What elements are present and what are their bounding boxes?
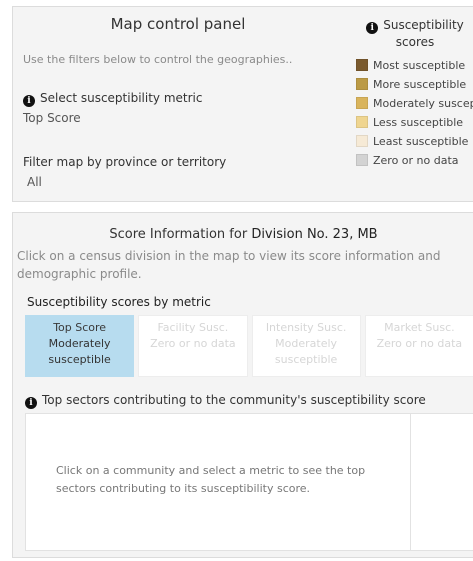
legend-item[interactable]: Most susceptible	[356, 56, 473, 74]
legend-title-line2: scores	[395, 35, 435, 49]
sectors-empty-message: Click on a community and select a metric…	[56, 464, 366, 495]
legend-item-label: Most susceptible	[373, 58, 466, 72]
metric-card-market[interactable]: Market Susc. Zero or no data	[364, 315, 473, 377]
legend-swatch	[356, 59, 368, 71]
legend-swatch	[356, 154, 368, 166]
legend-swatch	[356, 116, 368, 128]
score-info-title-prefix: Score Information for	[109, 227, 252, 242]
metric-card-name: Facility Susc.	[157, 321, 229, 334]
metric-card-value: Zero or no data	[376, 337, 463, 350]
metric-selector-label: i Select susceptibility metric	[23, 91, 202, 107]
legend-swatch	[356, 135, 368, 147]
score-info-title: Score Information for Division No. 23, M…	[13, 227, 473, 242]
legend-item[interactable]: Zero or no data	[356, 151, 473, 169]
susceptibility-legend: i Susceptibility scores Most susceptible M…	[356, 17, 473, 170]
info-icon[interactable]: i	[366, 22, 379, 34]
province-filter-label: Filter map by province or territory	[23, 155, 227, 169]
metric-card-name: Intensity Susc.	[265, 321, 347, 334]
legend-title-line1: Susceptibility	[383, 18, 464, 32]
info-icon[interactable]: i	[25, 397, 37, 409]
metric-card-name: Top Score	[53, 321, 107, 334]
sectors-heading: i Top sectors contributing to the communi…	[25, 393, 426, 409]
metric-card-top-score[interactable]: Top Score Moderately susceptible	[25, 315, 135, 377]
legend-item[interactable]: Moderately susceptible	[356, 94, 473, 112]
score-info-hint: Click on a census division in the map to…	[17, 249, 441, 281]
legend-item-label: Less susceptible	[373, 115, 464, 129]
sectors-side-panel	[411, 413, 473, 551]
legend-item-label: Moderately susceptible	[373, 96, 473, 110]
metric-card-value: Moderately susceptible	[274, 337, 338, 366]
legend-swatch	[356, 97, 368, 109]
metric-card-value: Zero or no data	[150, 337, 236, 350]
legend-item-label: Zero or no data	[373, 153, 459, 167]
legend-item[interactable]: Least susceptible	[356, 132, 473, 150]
legend-item[interactable]: More susceptible	[356, 75, 473, 93]
metric-cards: Top Score Moderately susceptible Facilit…	[25, 315, 473, 377]
info-icon[interactable]: i	[23, 95, 35, 107]
metric-card-value: Moderately susceptible	[48, 337, 111, 366]
metric-dropdown[interactable]: Top Score	[23, 111, 81, 125]
metric-card-name: Market Susc.	[384, 321, 455, 334]
sectors-heading-text: Top sectors contributing to the communit…	[42, 393, 426, 407]
metric-card-intensity[interactable]: Intensity Susc. Moderately susceptible	[251, 315, 361, 377]
province-dropdown[interactable]: All	[27, 175, 42, 189]
control-panel-hint: Use the filters below to control the geo…	[23, 53, 293, 66]
map-control-panel: Map control panel Use the filters below …	[12, 6, 473, 202]
legend-swatch	[356, 78, 368, 90]
legend-title: i Susceptibility scores	[356, 17, 473, 50]
legend-item-label: More susceptible	[373, 77, 467, 91]
legend-item-label: Least susceptible	[373, 134, 469, 148]
score-information-panel: Score Information for Division No. 23, M…	[12, 212, 473, 558]
metrics-heading: Susceptibility scores by metric	[27, 295, 211, 309]
metric-label-text: Select susceptibility metric	[40, 91, 203, 105]
legend-item[interactable]: Less susceptible	[356, 113, 473, 131]
control-panel-title: Map control panel	[110, 15, 246, 33]
top-sectors-chart[interactable]: Click on a community and select a metric…	[25, 413, 411, 551]
division-name: Division No. 23, MB	[251, 227, 378, 242]
metric-card-facility[interactable]: Facility Susc. Zero or no data	[138, 315, 248, 377]
legend-items: Most susceptible More susceptible Moderate…	[356, 56, 473, 169]
